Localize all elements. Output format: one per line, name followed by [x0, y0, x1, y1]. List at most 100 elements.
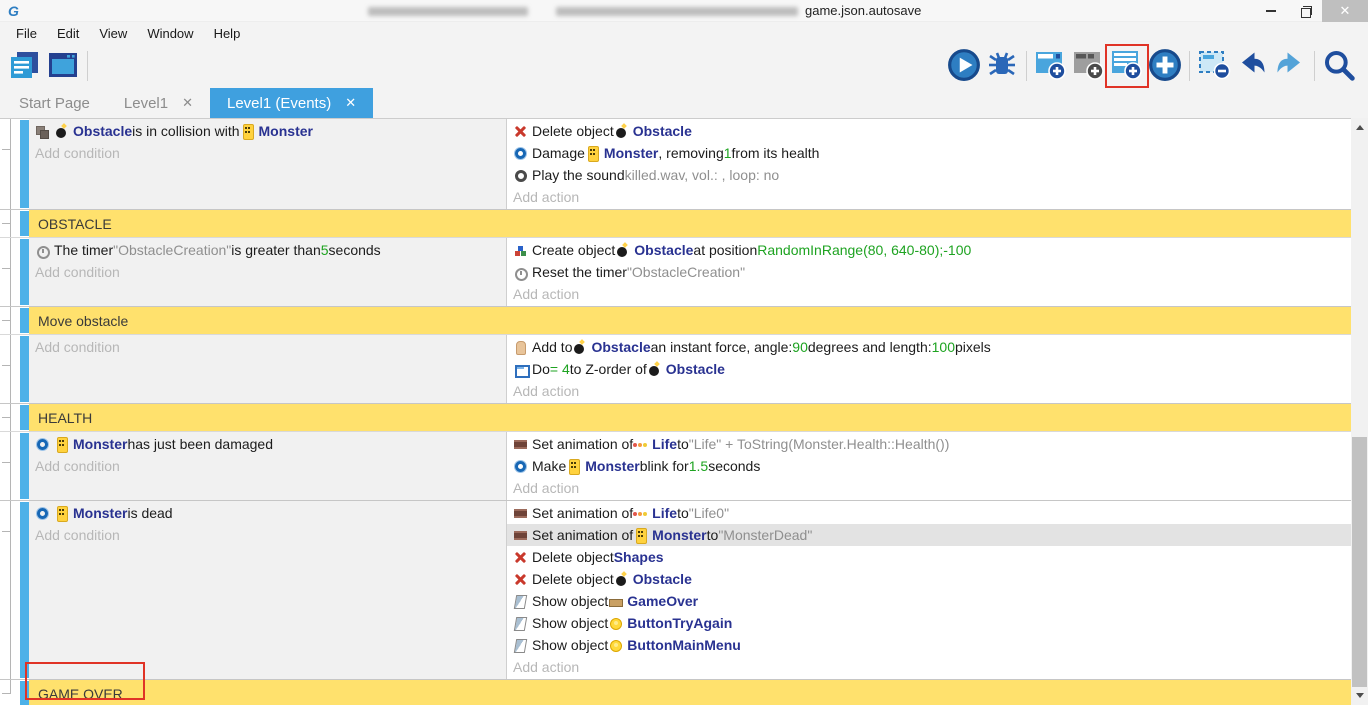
add-condition-button[interactable]: Add condition [29, 336, 506, 358]
undo-button[interactable] [1233, 47, 1271, 85]
menu-help[interactable]: Help [204, 24, 251, 43]
action-row[interactable]: Reset the timer "ObstacleCreation" [507, 261, 1351, 283]
text-segment: Add condition [35, 458, 120, 474]
close-button[interactable]: ✕ [1322, 0, 1368, 22]
condition-row[interactable]: The timer "ObstacleCreation" is greater … [29, 239, 506, 261]
text-segment: Add action [513, 189, 579, 205]
scroll-up-button[interactable] [1351, 120, 1368, 135]
object-name: Monster [585, 458, 639, 474]
add-condition-button[interactable]: Add condition [29, 142, 506, 164]
event-selector-bar[interactable] [20, 502, 29, 678]
tab-close-icon[interactable]: ✕ [182, 95, 193, 111]
scrollbar-thumb[interactable] [1352, 437, 1367, 687]
comment-text: Move obstacle [29, 307, 1351, 334]
event-selector-bar[interactable] [20, 211, 29, 236]
action-row[interactable]: Set animation of Life to "Life0" [507, 502, 1351, 524]
action-row[interactable]: Do = 4 to Z-order of Obstacle [507, 358, 1351, 380]
condition-row[interactable]: Obstacle is in collision with Monster [29, 120, 506, 142]
object-name: Obstacle [73, 123, 132, 139]
text-segment: seconds [329, 242, 381, 258]
menu-view[interactable]: View [89, 24, 137, 43]
add-action-button[interactable]: Add action [507, 656, 1351, 678]
tab-close-icon[interactable]: ✕ [345, 95, 356, 111]
condition-row[interactable]: Monster is dead [29, 502, 506, 524]
action-row[interactable]: Add to Obstacle an instant force, angle:… [507, 336, 1351, 358]
toolbar-separator [1026, 51, 1027, 81]
monster-icon [585, 146, 600, 161]
action-row[interactable]: Show object ButtonMainMenu [507, 634, 1351, 656]
add-action-button[interactable]: Add action [507, 380, 1351, 402]
object-name: Obstacle [633, 571, 692, 587]
maximize-button[interactable] [1288, 0, 1322, 22]
tab-level1[interactable]: Level1✕ [107, 88, 210, 118]
play-button[interactable] [945, 47, 983, 85]
add-condition-button[interactable]: Add condition [29, 524, 506, 546]
project-window-icon [46, 49, 80, 84]
comment-row[interactable]: Move obstacle [0, 307, 1351, 335]
sound-icon [513, 168, 528, 183]
tab-bar: Start PageLevel1✕ Level1 (Events) ✕ [0, 88, 1368, 118]
add-condition-button[interactable]: Add condition [29, 261, 506, 283]
tab-level1-events[interactable]: Level1 (Events) ✕ [210, 88, 373, 118]
add-comment-button[interactable] [1070, 47, 1108, 85]
action-row[interactable]: Show object ButtonTryAgain [507, 612, 1351, 634]
event-selector-bar[interactable] [20, 308, 29, 333]
tab-label: Level1 (Events) [227, 95, 331, 112]
add-action-button[interactable]: Add action [507, 283, 1351, 305]
add-subevent-button[interactable] [1032, 47, 1070, 85]
text-segment: Add condition [35, 339, 120, 355]
condition-row[interactable]: Monster has just been damaged [29, 433, 506, 455]
scroll-down-button[interactable] [1351, 688, 1368, 703]
redo-button[interactable] [1271, 47, 1309, 85]
text-segment: has just been damaged [127, 436, 273, 452]
action-row[interactable]: Set animation of Life to "Life" + ToStri… [507, 433, 1351, 455]
menu-window[interactable]: Window [137, 24, 203, 43]
comment-row[interactable]: GAME OVER [0, 680, 1351, 705]
title-bar: G game.json.autosave ✕ [0, 0, 1368, 22]
menu-file[interactable]: File [6, 24, 47, 43]
event-selector-bar[interactable] [20, 405, 29, 430]
project-manager-button[interactable] [6, 47, 44, 85]
action-row[interactable]: Set animation of Monster to "MonsterDead… [507, 524, 1351, 546]
minimize-button[interactable] [1254, 0, 1288, 22]
add-action-button[interactable]: Add action [507, 477, 1351, 499]
search-button[interactable] [1320, 47, 1358, 85]
action-row[interactable]: Play the sound killed.wav, vol.: , loop:… [507, 164, 1351, 186]
text-segment: 5 [321, 242, 329, 258]
monster-icon [240, 124, 255, 139]
text-segment: Add action [513, 480, 579, 496]
event-selector-bar[interactable] [20, 433, 29, 499]
event-selector-bar[interactable] [20, 336, 29, 402]
comment-text: OBSTACLE [29, 210, 1351, 237]
comment-row[interactable]: HEALTH [0, 404, 1351, 432]
action-row[interactable]: Create object Obstacle at position Rando… [507, 239, 1351, 261]
comment-row[interactable]: OBSTACLE [0, 210, 1351, 238]
object-name: Shapes [614, 549, 664, 565]
text-segment: , removing [658, 145, 723, 161]
add-event-button[interactable] [1108, 47, 1146, 85]
remove-event-button[interactable] [1195, 47, 1233, 85]
text-segment: Add to [532, 339, 572, 355]
event-selector-bar[interactable] [20, 239, 29, 305]
menu-edit[interactable]: Edit [47, 24, 89, 43]
debug-button[interactable] [983, 47, 1021, 85]
project-window-button[interactable] [44, 47, 82, 85]
action-row[interactable]: Make Monster blink for 1.5 seconds [507, 455, 1351, 477]
tree-tick [2, 417, 11, 418]
scrollbar-track[interactable] [1351, 118, 1368, 705]
action-row[interactable]: Delete object Obstacle [507, 568, 1351, 590]
object-name: Obstacle [591, 339, 650, 355]
action-row[interactable]: Damage Monster, removing 1 from its heal… [507, 142, 1351, 164]
action-row[interactable]: Delete object Obstacle [507, 120, 1351, 142]
add-condition-button[interactable]: Add condition [29, 455, 506, 477]
redacted-title-text [368, 7, 528, 16]
gdevelop-logo-icon: G [8, 3, 19, 19]
add-button[interactable] [1146, 47, 1184, 85]
add-action-button[interactable]: Add action [507, 186, 1351, 208]
tab-start-page[interactable]: Start Page [2, 88, 107, 118]
toolbar [0, 44, 1368, 88]
action-row[interactable]: Show object GameOver [507, 590, 1351, 612]
action-row[interactable]: Delete object Shapes [507, 546, 1351, 568]
text-segment: Do [532, 361, 550, 377]
event-selector-bar[interactable] [20, 120, 29, 208]
